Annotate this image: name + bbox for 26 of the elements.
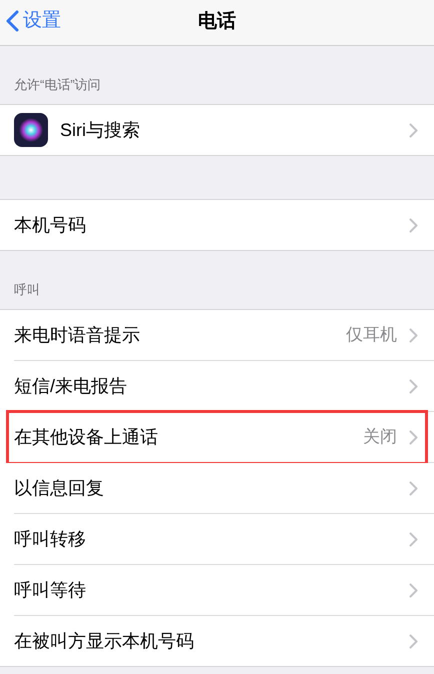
chevron-icon (409, 328, 418, 342)
chevron-icon (409, 480, 418, 496)
row-label: 呼叫转移 (14, 528, 87, 550)
back-button[interactable]: 设置 (6, 7, 61, 36)
row-label: 本机号码 (14, 214, 87, 236)
siri-icon (14, 113, 48, 147)
row-value: 仅耳机 (346, 324, 397, 346)
row-label: 来电时语音提示 (14, 324, 141, 346)
chevron-icon (409, 634, 418, 648)
row-label: 呼叫等待 (14, 578, 87, 602)
chevron-icon (409, 218, 418, 232)
section-header: 呼叫 (14, 280, 40, 298)
section-header: 允许“电话”访问 (14, 76, 101, 94)
row-label: 以信息回复 (14, 476, 105, 500)
back-chevron-icon (6, 10, 19, 32)
chevron-icon (409, 430, 418, 444)
chevron-icon (409, 378, 418, 394)
row-value: 关闭 (363, 426, 397, 448)
chevron-icon (409, 532, 418, 546)
row-label: 短信/来电报告 (14, 374, 128, 398)
page-title: 电话 (198, 10, 236, 34)
row-label: Siri与搜索 (60, 118, 141, 142)
chevron-icon (409, 582, 418, 598)
chevron-icon (409, 122, 418, 138)
row-label: 在其他设备上通话 (14, 426, 159, 448)
row-label: 在被叫方显示本机号码 (14, 630, 195, 652)
